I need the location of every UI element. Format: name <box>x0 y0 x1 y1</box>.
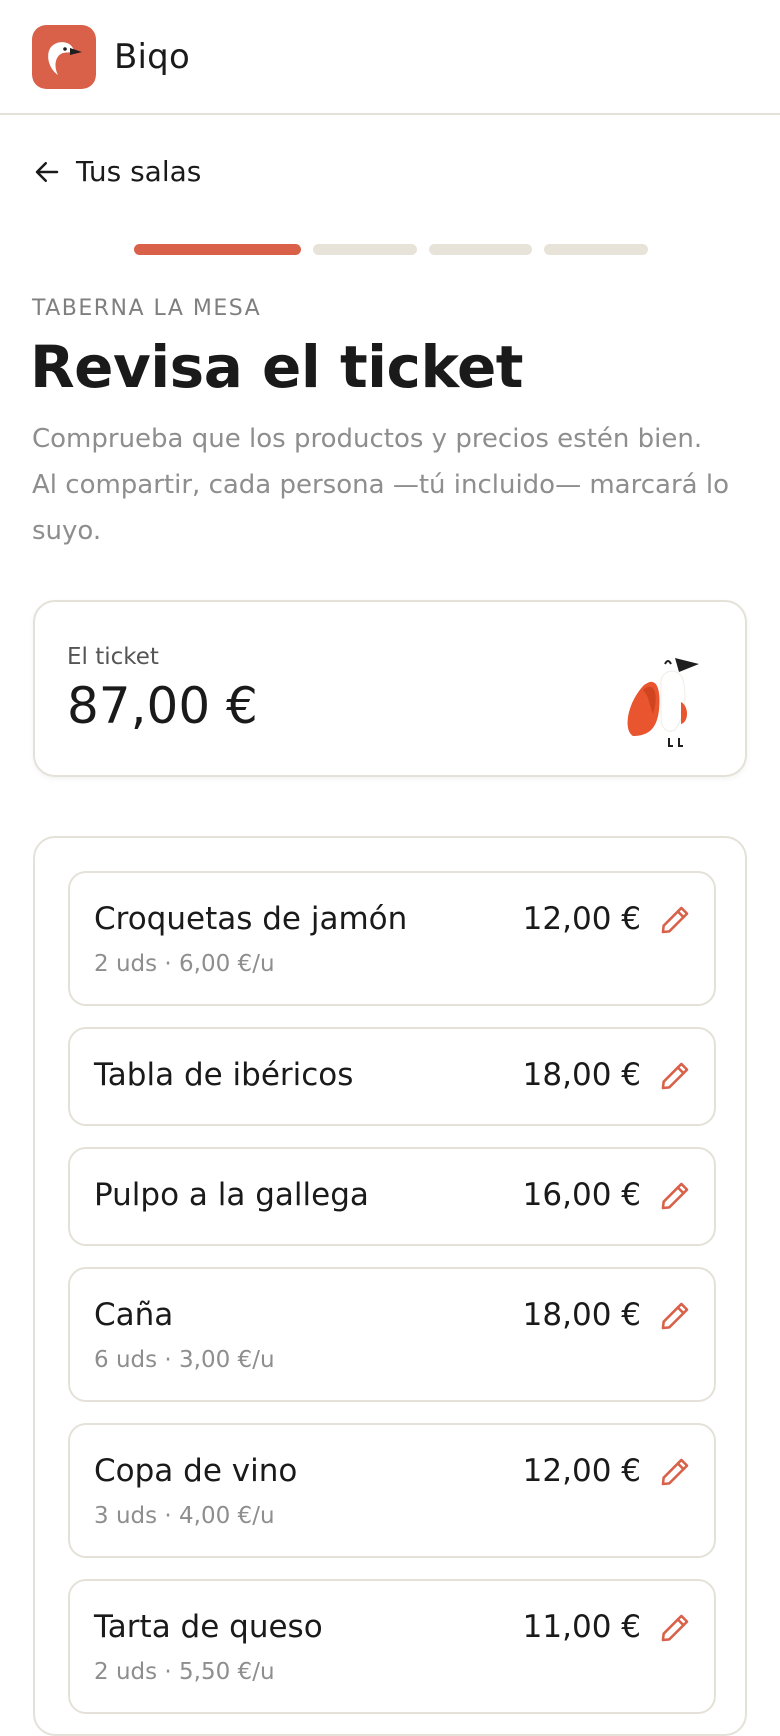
item-detail: 3 uds · 4,00 €/u <box>94 1503 275 1529</box>
list-item[interactable]: Tarta de queso 11,00 € 2 uds · 5,50 €/u <box>68 1579 716 1714</box>
item-price: 18,00 € <box>522 1057 641 1093</box>
bird-mascot-icon <box>627 658 699 747</box>
app-header: Biqo <box>0 0 780 115</box>
item-name: Copa de vino <box>94 1453 298 1489</box>
item-price: 12,00 € <box>522 1453 641 1489</box>
ticket-items-list: Croquetas de jamón 12,00 € 2 uds · 6,00 … <box>33 836 747 1736</box>
item-price: 12,00 € <box>522 901 641 937</box>
bird-logo-icon[interactable] <box>32 24 96 89</box>
edit-pencil-icon[interactable] <box>658 1299 692 1333</box>
edit-pencil-icon[interactable] <box>658 903 692 937</box>
back-link[interactable]: Tus salas <box>32 155 201 188</box>
step-4 <box>544 244 648 255</box>
list-item[interactable]: Tabla de ibéricos 18,00 € <box>68 1027 716 1126</box>
ticket-total-card: El ticket 87,00 € <box>33 600 747 777</box>
item-detail: 2 uds · 5,50 €/u <box>94 1659 275 1685</box>
list-item[interactable]: Copa de vino 12,00 € 3 uds · 4,00 €/u <box>68 1423 716 1558</box>
item-detail: 6 uds · 3,00 €/u <box>94 1347 275 1373</box>
item-name: Tarta de queso <box>94 1609 323 1645</box>
edit-pencil-icon[interactable] <box>658 1179 692 1213</box>
item-price: 11,00 € <box>522 1609 641 1645</box>
progress-stepper <box>134 244 660 255</box>
item-name: Caña <box>94 1297 174 1333</box>
list-item[interactable]: Pulpo a la gallega 16,00 € <box>68 1147 716 1246</box>
list-item[interactable]: Croquetas de jamón 12,00 € 2 uds · 6,00 … <box>68 871 716 1006</box>
back-label: Tus salas <box>76 155 202 188</box>
item-detail: 2 uds · 6,00 €/u <box>94 951 275 977</box>
total-label: El ticket <box>67 644 159 670</box>
edit-pencil-icon[interactable] <box>658 1455 692 1489</box>
edit-pencil-icon[interactable] <box>658 1611 692 1645</box>
item-price: 18,00 € <box>522 1297 641 1333</box>
arrow-left-icon <box>35 161 59 182</box>
step-2 <box>313 244 417 255</box>
step-1 <box>134 244 301 255</box>
item-name: Pulpo a la gallega <box>94 1177 369 1213</box>
item-name: Croquetas de jamón <box>94 901 408 937</box>
page-title: Revisa el ticket <box>30 333 524 401</box>
step-3 <box>429 244 532 255</box>
page-description: Comprueba que los productos y precios es… <box>32 424 729 546</box>
total-amount: 87,00 € <box>67 677 258 735</box>
venue-name: TABERNA LA MESA <box>32 296 262 321</box>
app-name: Biqo <box>114 36 190 77</box>
list-item[interactable]: Caña 18,00 € 6 uds · 3,00 €/u <box>68 1267 716 1402</box>
item-name: Tabla de ibéricos <box>94 1057 354 1093</box>
item-price: 16,00 € <box>522 1177 641 1213</box>
edit-pencil-icon[interactable] <box>658 1059 692 1093</box>
